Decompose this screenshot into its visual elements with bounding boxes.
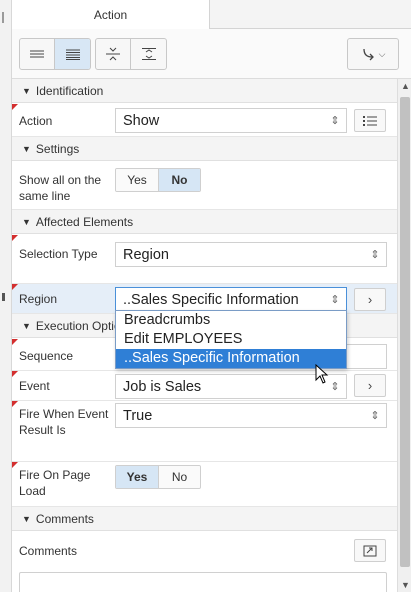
region-go-button[interactable]: ›	[354, 288, 386, 311]
required-marker	[12, 104, 18, 110]
row-show-all: Show all on the same line Yes No	[12, 162, 397, 210]
toolbar: ⌵	[12, 29, 411, 79]
collapse-triangle-icon: ▼	[22, 513, 31, 524]
collapse-triangle-icon: ▼	[22, 85, 31, 96]
chevron-down-icon: ⌵	[378, 48, 386, 59]
dropdown-option[interactable]: Edit EMPLOYEES	[116, 330, 346, 349]
panel-scrollbar[interactable]: ▲ ▼	[397, 79, 411, 592]
dropdown-option-selected[interactable]: ..Sales Specific Information	[116, 349, 346, 368]
required-marker	[12, 235, 18, 241]
fire-on-load-no-button[interactable]: No	[158, 466, 200, 488]
row-fire-when: Fire When Event Result Is True ⇕	[12, 401, 397, 462]
redirect-arrow-icon	[362, 48, 374, 61]
gutter-pointer-icon	[2, 293, 5, 301]
section-title: Identification	[35, 83, 104, 98]
fire-on-load-yes-button[interactable]: Yes	[116, 466, 158, 488]
required-marker	[12, 284, 18, 290]
select-arrows-icon: ⇕	[330, 115, 340, 127]
action-select[interactable]: Show ⇕	[115, 108, 347, 133]
scroll-up-icon[interactable]: ▲	[401, 81, 410, 91]
region-select[interactable]: ..Sales Specific Information ⇕	[115, 287, 347, 312]
dropdown-option[interactable]: Breadcrumbs	[116, 311, 346, 330]
row-fire-on-load: Fire On Page Load Yes No	[12, 462, 397, 507]
gutter-mark	[2, 12, 4, 23]
fire-on-load-toggle: Yes No	[115, 465, 201, 489]
comments-textarea[interactable]	[19, 572, 387, 592]
comments-expand-button[interactable]	[354, 539, 386, 562]
collapse-all-button[interactable]	[96, 39, 131, 69]
collapse-triangle-icon: ▼	[22, 143, 31, 154]
action-label: Action	[19, 114, 53, 128]
sequence-label: Sequence	[19, 349, 74, 363]
show-all-toggle: Yes No	[115, 168, 201, 192]
show-all-yes-button[interactable]: Yes	[116, 169, 158, 191]
fire-when-label: Fire When Event Result Is	[19, 407, 109, 437]
region-label: Region	[19, 292, 58, 306]
row-action: Action Show ⇕	[12, 104, 397, 137]
fire-when-value: True	[123, 407, 153, 424]
required-marker	[12, 401, 18, 407]
scroll-down-icon[interactable]: ▼	[401, 580, 410, 590]
view-dense-button[interactable]	[55, 39, 90, 69]
row-selection-type: Selection Type Region ⇕	[12, 235, 397, 284]
collapse-expand-group	[95, 38, 167, 70]
tab-strip: Action	[12, 0, 411, 30]
action-value: Show	[123, 112, 160, 129]
selection-type-value: Region	[123, 246, 169, 263]
show-all-no-button[interactable]: No	[158, 169, 200, 191]
view-standard-button[interactable]	[20, 39, 55, 69]
section-comments[interactable]: ▼ Comments	[12, 507, 397, 531]
collapse-icon	[106, 47, 120, 61]
section-identification[interactable]: ▼ Identification	[12, 79, 397, 103]
scroll-thumb[interactable]	[400, 97, 410, 567]
collapse-triangle-icon: ▼	[22, 320, 31, 331]
open-editor-icon	[363, 545, 377, 556]
comments-label: Comments	[19, 544, 78, 558]
row-event: Event Job is Sales ⇕ ›	[12, 371, 397, 401]
left-gutter	[0, 0, 12, 592]
region-dropdown-list: Breadcrumbs Edit EMPLOYEES ..Sales Speci…	[115, 310, 347, 369]
required-marker	[12, 371, 18, 377]
event-label: Event	[19, 379, 50, 393]
row-comments: Comments	[12, 532, 397, 592]
select-arrows-icon: ⇕	[370, 410, 380, 422]
chevron-right-icon: ›	[367, 378, 373, 393]
event-select[interactable]: Job is Sales ⇕	[115, 374, 347, 399]
list-icon	[363, 115, 377, 126]
section-title: Settings	[35, 141, 80, 156]
section-settings[interactable]: ▼ Settings	[12, 137, 397, 161]
expand-icon	[141, 48, 156, 60]
lines-icon	[30, 50, 44, 58]
section-title: Affected Elements	[35, 214, 134, 229]
section-affected-elements[interactable]: ▼ Affected Elements	[12, 210, 397, 234]
selection-type-select[interactable]: Region ⇕	[115, 242, 387, 267]
action-list-button[interactable]	[354, 109, 386, 132]
required-marker	[12, 339, 18, 345]
tab-action[interactable]: Action	[12, 0, 210, 30]
selection-type-label: Selection Type	[19, 247, 98, 261]
go-to-button[interactable]: ⌵	[347, 38, 399, 70]
chevron-right-icon: ›	[367, 292, 373, 307]
collapse-triangle-icon: ▼	[22, 216, 31, 227]
mouse-cursor-icon	[315, 364, 329, 384]
region-value: ..Sales Specific Information	[123, 291, 299, 308]
show-all-label: Show all on the same line	[19, 173, 102, 203]
dense-lines-icon	[65, 49, 80, 60]
section-title: Comments	[35, 511, 94, 526]
select-arrows-icon: ⇕	[370, 249, 380, 261]
fire-when-select[interactable]: True ⇕	[115, 403, 387, 428]
required-marker	[12, 462, 18, 468]
event-value: Job is Sales	[123, 378, 202, 395]
event-go-button[interactable]: ›	[354, 374, 386, 397]
select-arrows-icon: ⇕	[330, 294, 340, 306]
expand-all-button[interactable]	[131, 39, 166, 69]
view-toggle-group	[19, 38, 91, 70]
fire-on-load-label: Fire On Page Load	[19, 468, 91, 498]
